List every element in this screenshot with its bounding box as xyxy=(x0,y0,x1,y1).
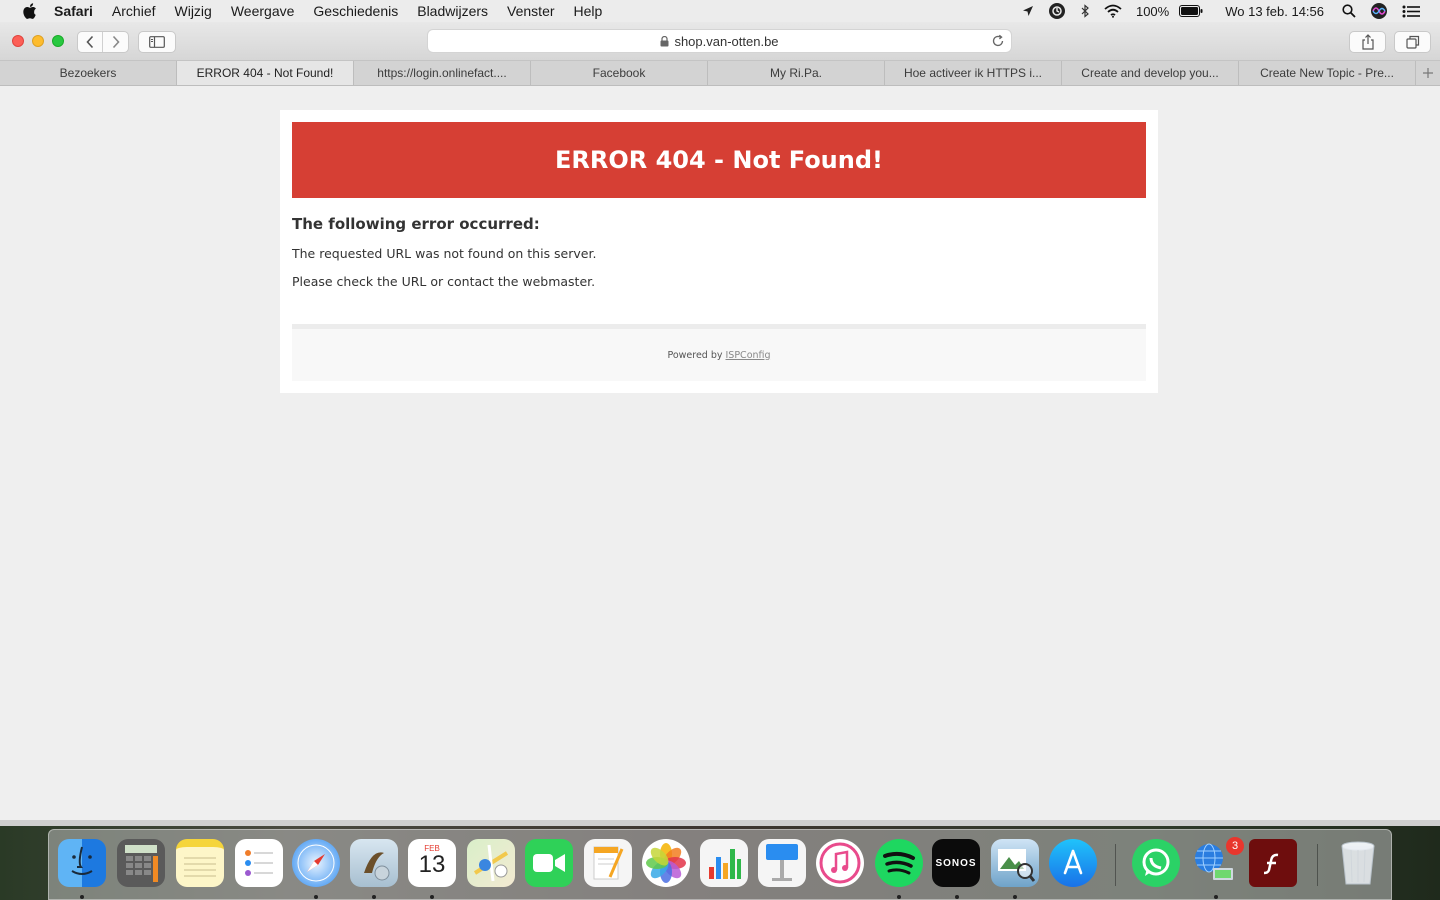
time-machine-icon[interactable] xyxy=(1048,2,1066,20)
notes-icon[interactable] xyxy=(176,839,224,887)
ispconfig-link[interactable]: ISPConfig xyxy=(726,350,771,361)
spotlight-search-icon[interactable] xyxy=(1342,4,1356,18)
error-message-line1: The requested URL was not found on this … xyxy=(292,246,597,261)
menubar-clock[interactable]: Wo 13 feb. 14:56 xyxy=(1225,4,1324,19)
sidebar-icon xyxy=(149,36,165,48)
menu-weergave[interactable]: Weergave xyxy=(231,3,295,19)
pages-icon[interactable] xyxy=(584,839,632,887)
running-indicator xyxy=(372,895,376,899)
keynote-icon[interactable] xyxy=(758,839,806,887)
safari-icon[interactable] xyxy=(292,839,340,887)
plus-icon xyxy=(1423,68,1433,78)
dock: FEB 13 SONOS xyxy=(48,829,1392,900)
chevron-left-icon xyxy=(86,35,94,49)
bluetooth-icon[interactable] xyxy=(1080,4,1090,18)
error-banner: ERROR 404 - Not Found! xyxy=(292,122,1146,198)
address-url: shop.van-otten.be xyxy=(674,33,779,49)
error-heading: The following error occurred: xyxy=(292,215,540,233)
footer-powered-by: Powered by xyxy=(667,349,723,361)
menu-wijzig[interactable]: Wijzig xyxy=(175,3,212,19)
battery-percent: 100% xyxy=(1135,3,1170,19)
share-button[interactable] xyxy=(1349,31,1386,53)
numbers-icon[interactable] xyxy=(700,839,748,887)
running-indicator xyxy=(1013,895,1017,899)
running-indicator xyxy=(1214,895,1218,899)
close-window-button[interactable] xyxy=(12,35,24,47)
browser-toolbar: shop.van-otten.be xyxy=(0,22,1440,61)
tab-error-404[interactable]: ERROR 404 - Not Found! xyxy=(177,61,354,85)
chevron-right-icon xyxy=(112,35,120,49)
reload-icon[interactable] xyxy=(991,34,1005,48)
running-indicator xyxy=(430,895,434,899)
tab-create-new-topic[interactable]: Create New Topic - Pre... xyxy=(1239,61,1416,85)
back-button[interactable] xyxy=(78,32,104,52)
share-icon xyxy=(1361,34,1374,50)
spotify-icon[interactable] xyxy=(875,839,923,887)
mail-icon[interactable] xyxy=(350,839,398,887)
error-message-line2: Please check the URL or contact the webm… xyxy=(292,274,596,289)
finder-icon[interactable] xyxy=(58,839,106,887)
location-arrow-icon[interactable] xyxy=(1022,5,1034,17)
sidebar-toggle-button[interactable] xyxy=(138,31,176,53)
running-indicator xyxy=(314,895,318,899)
show-all-tabs-button[interactable] xyxy=(1394,31,1431,53)
flash-icon[interactable] xyxy=(1249,839,1297,887)
menu-bladwijzers[interactable]: Bladwijzers xyxy=(417,3,488,19)
apple-menu-icon[interactable] xyxy=(20,2,38,20)
tab-https-howto[interactable]: Hoe activeer ik HTTPS i... xyxy=(885,61,1062,85)
tab-bar: Bezoekers ERROR 404 - Not Found! https:/… xyxy=(0,61,1440,86)
menu-archief[interactable]: Archief xyxy=(112,3,156,19)
running-indicator xyxy=(955,895,959,899)
calculator-icon[interactable] xyxy=(117,839,165,887)
facetime-icon[interactable] xyxy=(525,839,573,887)
tab-onlinefact-login[interactable]: https://login.onlinefact.... xyxy=(354,61,531,85)
tab-bezoekers[interactable]: Bezoekers xyxy=(0,61,177,85)
web-content: ERROR 404 - Not Found! The following err… xyxy=(0,86,1440,820)
trash-icon[interactable] xyxy=(1334,839,1382,887)
navigation-buttons xyxy=(77,31,129,53)
running-indicator xyxy=(80,895,84,899)
minimize-window-button[interactable] xyxy=(32,35,44,47)
menu-help[interactable]: Help xyxy=(574,3,603,19)
address-bar[interactable]: shop.van-otten.be xyxy=(427,29,1012,53)
battery-icon[interactable] xyxy=(1179,5,1203,17)
new-tab-button[interactable] xyxy=(1416,61,1440,85)
dock-separator xyxy=(1115,844,1116,886)
sonos-icon[interactable]: SONOS xyxy=(932,839,980,887)
menu-venster[interactable]: Venster xyxy=(507,3,554,19)
forward-button[interactable] xyxy=(103,32,128,52)
itunes-icon[interactable] xyxy=(816,839,864,887)
tabs-overview-icon xyxy=(1405,35,1419,49)
maps-icon[interactable] xyxy=(467,839,515,887)
tab-facebook[interactable]: Facebook xyxy=(531,61,708,85)
siri-icon[interactable] xyxy=(1370,2,1388,20)
dock-separator xyxy=(1317,844,1318,886)
menu-bar: Safari Archief Wijzig Weergave Geschiede… xyxy=(0,0,1440,22)
menu-app-name[interactable]: Safari xyxy=(54,3,93,19)
lock-icon xyxy=(660,35,669,47)
calendar-day: 13 xyxy=(418,850,446,878)
preview-icon[interactable] xyxy=(991,839,1039,887)
notification-center-icon[interactable] xyxy=(1402,5,1420,18)
tab-create-develop[interactable]: Create and develop you... xyxy=(1062,61,1239,85)
notification-badge: 3 xyxy=(1226,837,1244,855)
page-footer: Powered by ISPConfig xyxy=(292,324,1146,381)
whatsapp-icon[interactable] xyxy=(1132,839,1180,887)
tab-my-ripa[interactable]: My Ri.Pa. xyxy=(708,61,885,85)
menu-geschiedenis[interactable]: Geschiedenis xyxy=(313,3,398,19)
reminders-icon[interactable] xyxy=(235,839,283,887)
photos-icon[interactable] xyxy=(642,839,690,887)
fullscreen-window-button[interactable] xyxy=(52,35,64,47)
running-indicator xyxy=(897,895,901,899)
wifi-icon[interactable] xyxy=(1104,4,1122,18)
error-card: ERROR 404 - Not Found! The following err… xyxy=(280,110,1158,393)
app-store-icon[interactable] xyxy=(1049,839,1097,887)
calendar-icon[interactable]: FEB 13 xyxy=(408,839,456,887)
